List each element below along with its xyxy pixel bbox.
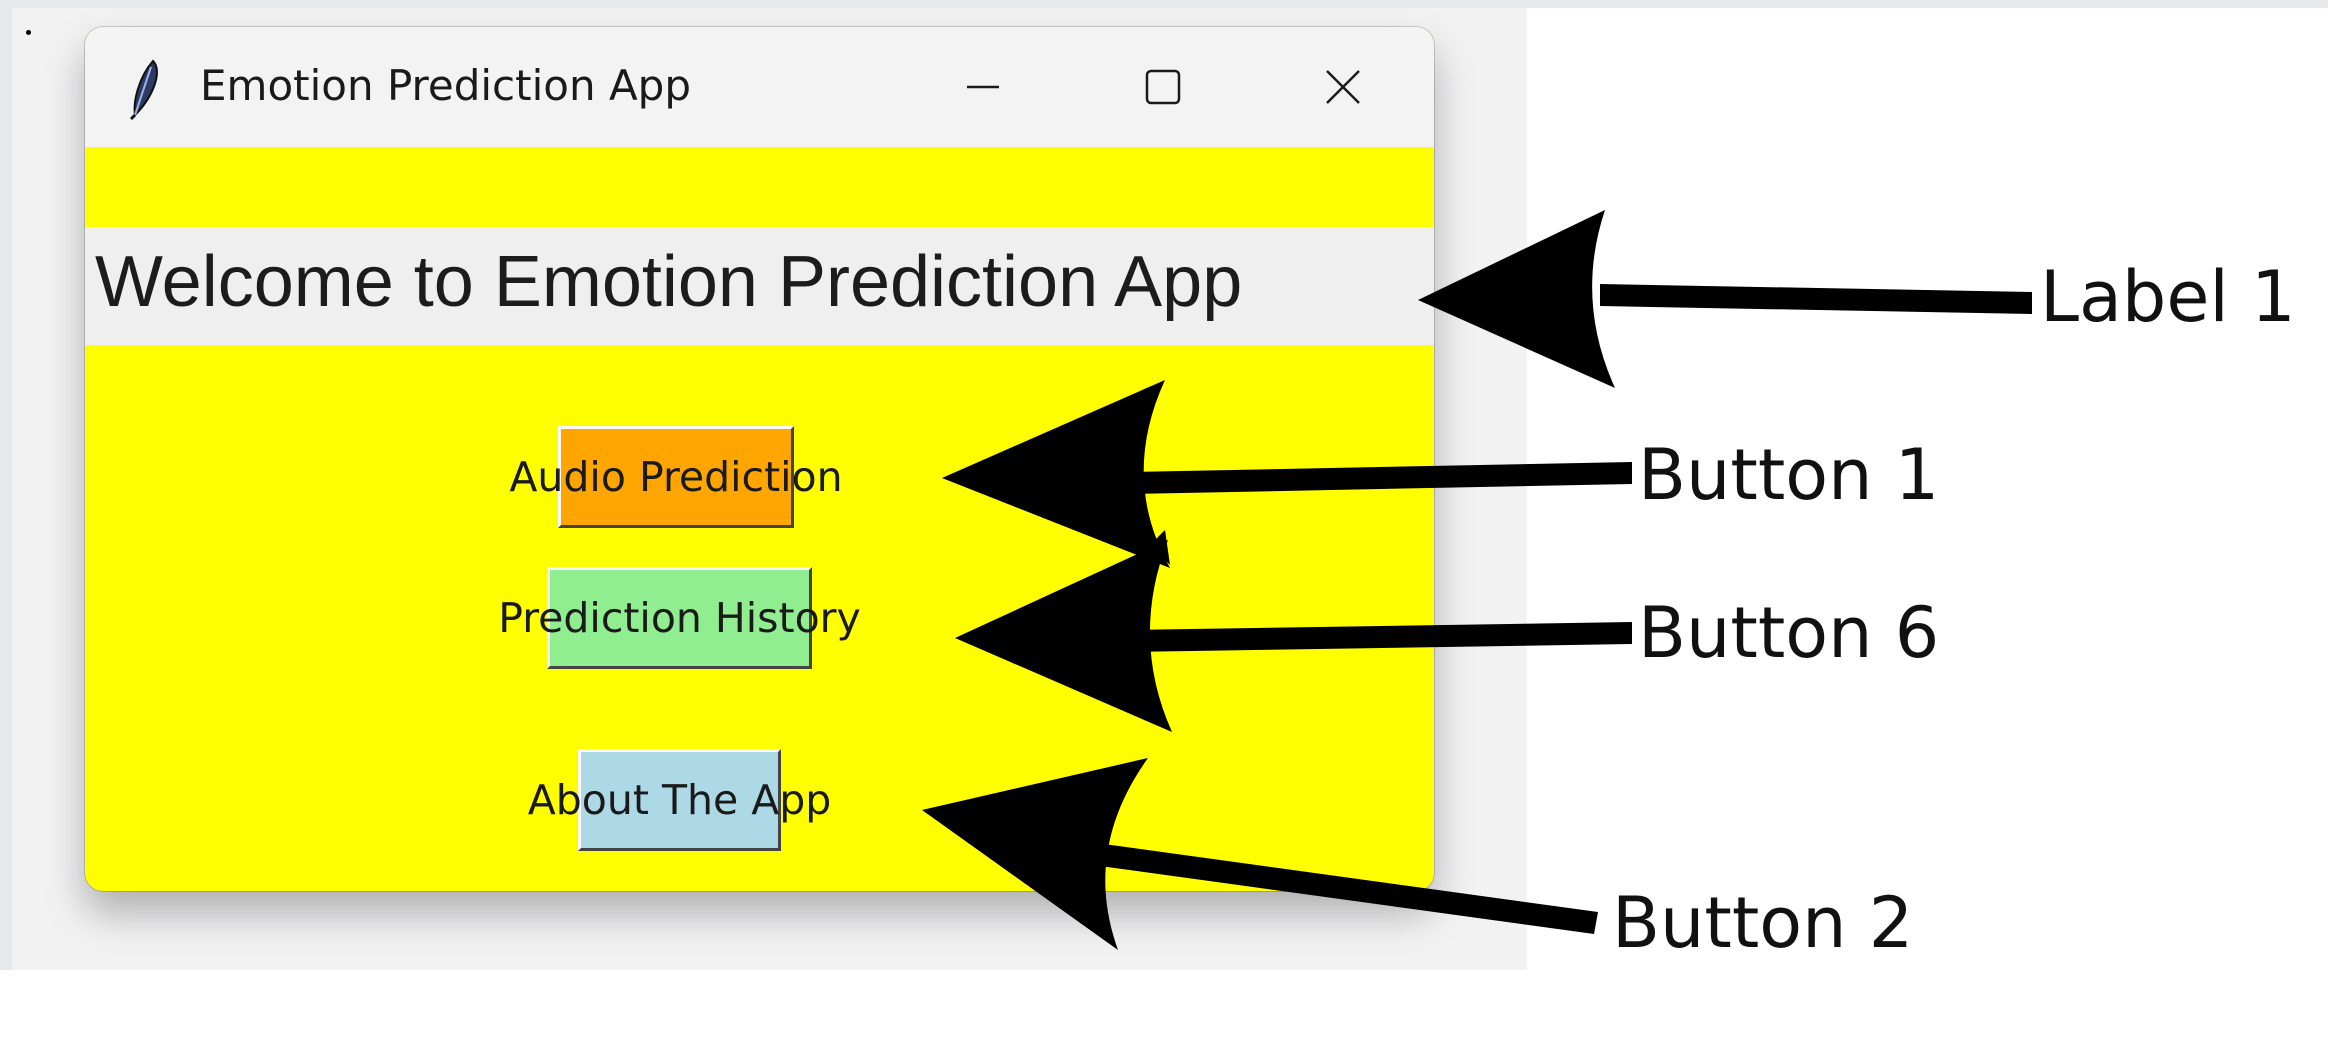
welcome-label: Welcome to Emotion Prediction App: [85, 227, 1434, 345]
feather-icon: [129, 59, 158, 121]
minimize-icon[interactable]: [953, 57, 1013, 117]
top-border-strip: [0, 0, 2328, 8]
annotation-button-2: Button 2: [1612, 882, 1914, 964]
welcome-label-text: Welcome to Emotion Prediction App: [95, 242, 1243, 322]
stray-dot: [26, 30, 31, 35]
annotation-label-1: Label 1: [2040, 256, 2296, 338]
app-window: Emotion Prediction App Welcome to Emotio…: [85, 27, 1434, 891]
left-border-strip: [0, 0, 12, 970]
maximize-icon[interactable]: [1133, 57, 1193, 117]
prediction-history-button[interactable]: Prediction History: [498, 567, 861, 669]
title-bar[interactable]: Emotion Prediction App: [85, 27, 1434, 147]
audio-prediction-button[interactable]: Audio Prediction: [509, 426, 843, 528]
annotation-button-6: Button 6: [1638, 592, 1940, 674]
annotation-button-1: Button 1: [1638, 434, 1940, 516]
window-title: Emotion Prediction App: [200, 61, 691, 110]
about-the-app-button[interactable]: About The App: [528, 749, 831, 851]
close-icon[interactable]: [1313, 57, 1373, 117]
